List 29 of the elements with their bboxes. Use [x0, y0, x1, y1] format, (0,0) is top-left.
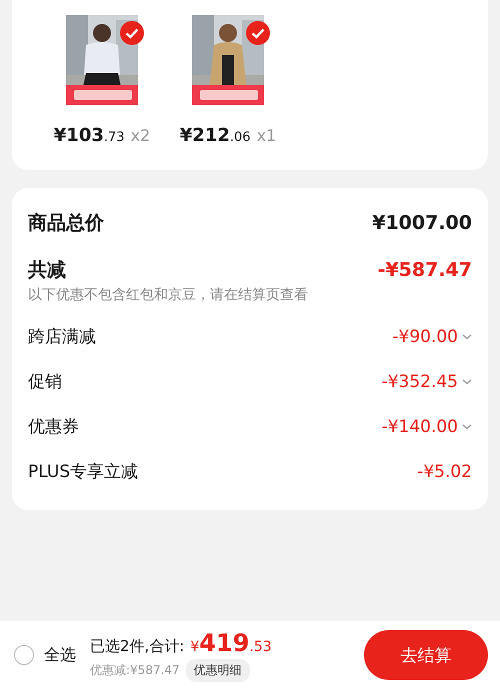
- discount-item-value: -¥140.00: [382, 416, 458, 436]
- quantity: x1: [256, 126, 276, 145]
- select-all-radio[interactable]: [14, 645, 34, 665]
- check-icon[interactable]: [120, 21, 144, 45]
- select-all-label[interactable]: 全选: [44, 644, 76, 666]
- discount-item-label: 跨店满减: [28, 326, 96, 348]
- saved-amount: 优惠减:¥587.47: [90, 662, 180, 678]
- quantity: x2: [130, 126, 150, 145]
- discount-item-label: 优惠券: [28, 416, 79, 438]
- check-icon[interactable]: [246, 21, 270, 45]
- price: ¥212.06: [180, 125, 251, 146]
- discount-item-value: -¥5.02: [417, 462, 472, 482]
- discount-value: -¥587.47: [378, 259, 472, 281]
- total-label: 商品总价: [28, 211, 104, 236]
- total-amount: ¥419.53: [190, 628, 272, 656]
- discount-details-button[interactable]: 优惠明细: [186, 658, 250, 682]
- discount-label: 共减: [28, 258, 66, 283]
- selected-summary: 已选2件,合计:: [90, 636, 184, 656]
- discount-item-label: PLUS专享立减: [28, 461, 138, 483]
- price: ¥103.73: [54, 125, 125, 146]
- chevron-down-icon[interactable]: [462, 334, 472, 340]
- total-value: ¥1007.00: [372, 212, 472, 234]
- discount-item-value: -¥352.45: [382, 372, 458, 392]
- chevron-down-icon[interactable]: [462, 378, 472, 384]
- discount-item-label: 促销: [28, 371, 62, 393]
- checkout-button[interactable]: 去结算: [364, 630, 488, 680]
- chevron-down-icon[interactable]: [462, 424, 472, 430]
- discount-item-value: -¥90.00: [392, 326, 458, 346]
- discount-note: 以下优惠不包含红包和京豆，请在结算页查看: [28, 286, 309, 304]
